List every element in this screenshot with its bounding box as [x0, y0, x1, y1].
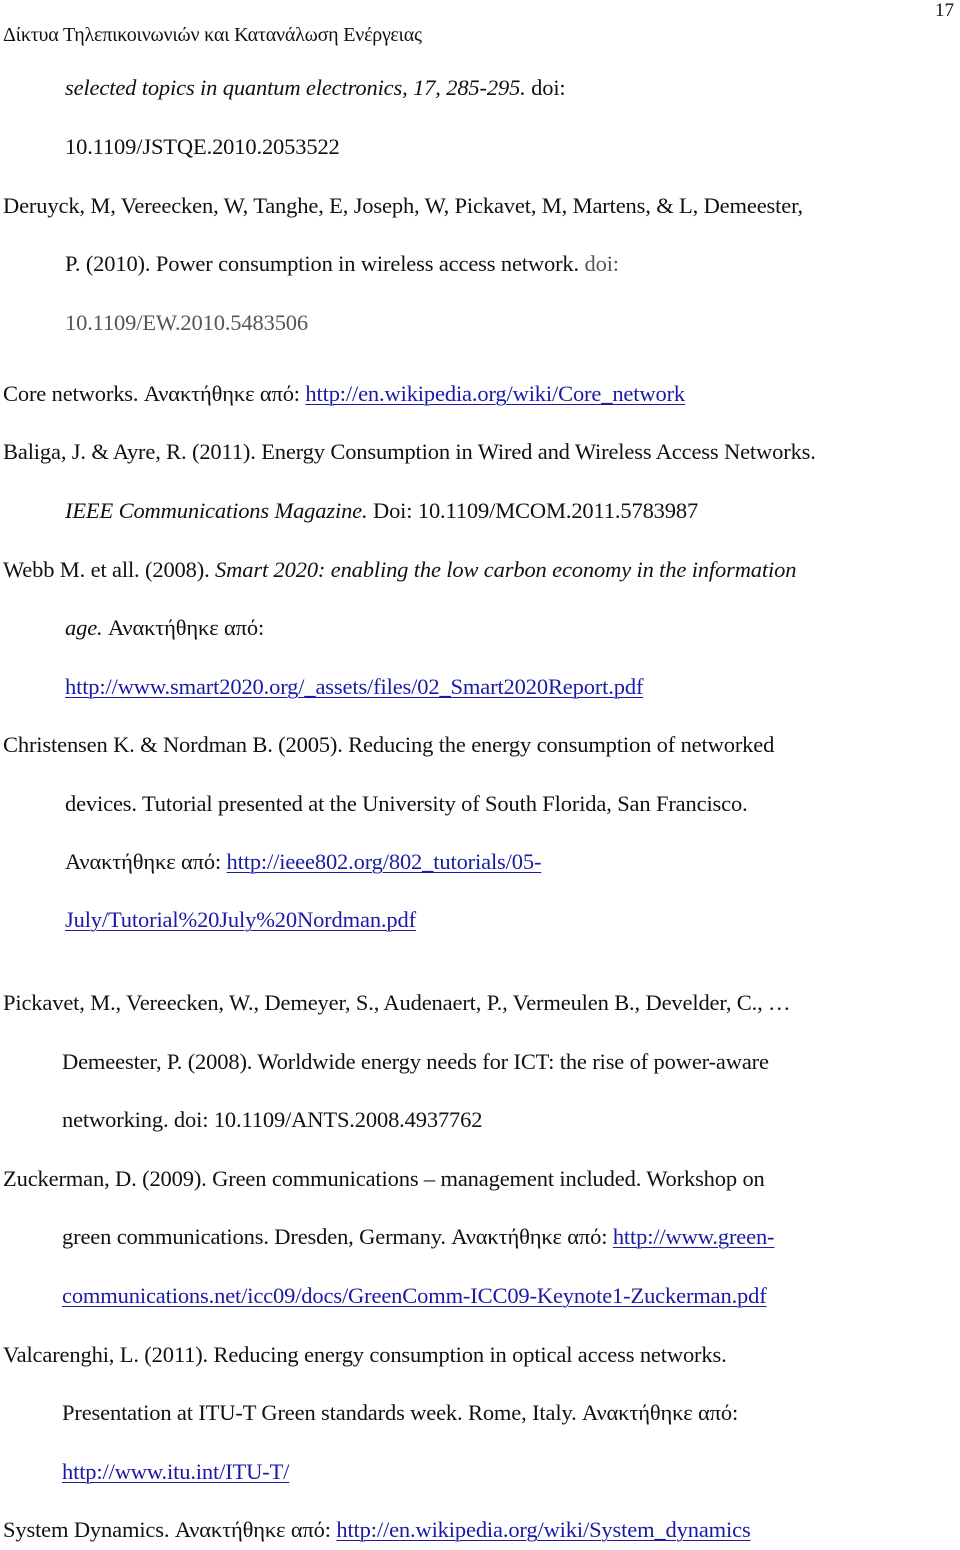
doi-value: 10.1109/JSTQE.2010.2053522 — [65, 134, 340, 159]
reference-webb-line-1: Webb M. et all. (2008). Smart 2020: enab… — [3, 556, 796, 584]
reference-christensen-line-3: Ανακτήθηκε από: http://ieee802.org/802_t… — [65, 848, 541, 876]
reference-authors: Webb M. et all. (2008). — [3, 557, 216, 582]
reference-link[interactable]: http://en.wikipedia.org/wiki/Core_networ… — [305, 381, 685, 406]
reference-authors: Pickavet, M., Vereecken, W., Demeyer, S.… — [3, 990, 791, 1015]
doi-label: doi: — [579, 251, 619, 276]
reference-zuckerman-line-3: communications.net/icc09/docs/GreenComm-… — [62, 1282, 767, 1310]
reference-webb-line-2: age. Ανακτήθηκε από: — [65, 614, 264, 642]
reference-title: Demeester, P. (2008). Worldwide energy n… — [62, 1049, 769, 1074]
reference-webb-line-3: http://www.smart2020.org/_assets/files/0… — [65, 673, 643, 701]
reference-link-continued[interactable]: July/Tutorial%20July%20Nordman.pdf — [65, 907, 416, 932]
reference-venue: Presentation at ITU-T Green standards we… — [62, 1400, 583, 1425]
reference-pickavet-line-2: Demeester, P. (2008). Worldwide energy n… — [62, 1048, 769, 1076]
running-header: Δίκτυα Τηλεπικοινωνιών και Κατανάλωση Εν… — [3, 24, 422, 46]
page-number: 17 — [935, 0, 954, 21]
reference-zuckerman-line-2: green communications. Dresden, Germany. … — [62, 1223, 775, 1251]
reference-title: P. (2010). Power consumption in wireless… — [65, 251, 580, 276]
reference-deruyck-line-1: Deruyck, M, Vereecken, W, Tanghe, E, Jos… — [3, 192, 803, 220]
reference-title: Baliga, J. & Ayre, R. (2011). Energy Con… — [3, 439, 816, 464]
reference-pickavet-line-1: Pickavet, M., Vereecken, W., Demeyer, S.… — [3, 989, 791, 1017]
reference-link[interactable]: http://www.itu.int/ITU-T/ — [62, 1459, 289, 1484]
reference-christensen-line-2: devices. Tutorial presented at the Unive… — [65, 790, 748, 818]
reference-title: age. — [65, 615, 103, 640]
reference-baliga-line-2: IEEE Communications Magazine. Doi: 10.11… — [65, 497, 698, 525]
retrieved-label: Ανακτήθηκε από: — [451, 1224, 608, 1249]
reference-continued-line-2: 10.1109/JSTQE.2010.2053522 — [65, 133, 340, 161]
reference-title: Christensen K. & Nordman B. (2005). Redu… — [3, 732, 775, 757]
doi-value: networking. doi: 10.1109/ANTS.2008.49377… — [62, 1107, 483, 1132]
reference-link[interactable]: http://ieee802.org/802_tutorials/05- — [227, 849, 542, 874]
reference-deruyck-line-2: P. (2010). Power consumption in wireless… — [65, 250, 619, 278]
reference-zuckerman-line-1: Zuckerman, D. (2009). Green communicatio… — [3, 1165, 765, 1193]
reference-title: System Dynamics. — [3, 1517, 175, 1542]
reference-valcarenghi-line-2: Presentation at ITU-T Green standards we… — [62, 1399, 738, 1427]
reference-valcarenghi-line-3: http://www.itu.int/ITU-T/ — [62, 1458, 289, 1486]
reference-christensen-line-4: July/Tutorial%20July%20Nordman.pdf — [65, 906, 416, 934]
retrieved-label: Ανακτήθηκε από: — [582, 1400, 739, 1425]
reference-system-dynamics: System Dynamics. Ανακτήθηκε από: http://… — [3, 1516, 751, 1544]
reference-title: Smart 2020: enabling the low carbon econ… — [215, 557, 797, 582]
reference-venue: green communications. Dresden, Germany. — [62, 1224, 452, 1249]
reference-venue: devices. Tutorial presented at the Unive… — [65, 791, 748, 816]
doi-value: 10.1109/EW.2010.5483506 — [65, 310, 309, 335]
reference-deruyck-line-3: 10.1109/EW.2010.5483506 — [65, 309, 308, 337]
reference-continued-line-1: selected topics in quantum electronics, … — [65, 74, 566, 102]
doi-label: doi: — [525, 75, 566, 100]
reference-link[interactable]: http://www.green- — [613, 1224, 775, 1249]
reference-link[interactable]: http://www.smart2020.org/_assets/files/0… — [65, 674, 643, 699]
reference-title: Zuckerman, D. (2009). Green communicatio… — [3, 1166, 765, 1191]
reference-title: Core networks. — [3, 381, 144, 406]
reference-christensen-line-1: Christensen K. & Nordman B. (2005). Redu… — [3, 731, 774, 759]
retrieved-label: Ανακτήθηκε από: — [174, 1517, 331, 1542]
reference-link-continued[interactable]: communications.net/icc09/docs/GreenComm-… — [62, 1283, 767, 1308]
reference-link[interactable]: http://en.wikipedia.org/wiki/System_dyna… — [336, 1517, 750, 1542]
journal-title: IEEE Communications Magazine. — [65, 498, 368, 523]
journal-title: selected topics in quantum electronics, … — [65, 75, 526, 100]
reference-title: Valcarenghi, L. (2011). Reducing energy … — [3, 1342, 727, 1367]
reference-authors: Deruyck, M, Vereecken, W, Tanghe, E, Jos… — [3, 193, 804, 218]
reference-baliga-line-1: Baliga, J. & Ayre, R. (2011). Energy Con… — [3, 438, 816, 466]
reference-pickavet-line-3: networking. doi: 10.1109/ANTS.2008.49377… — [62, 1106, 483, 1134]
doi-value: Doi: 10.1109/MCOM.2011.5783987 — [367, 498, 699, 523]
reference-valcarenghi-line-1: Valcarenghi, L. (2011). Reducing energy … — [3, 1341, 727, 1369]
retrieved-label: Ανακτήθηκε από: — [108, 615, 265, 640]
reference-core-networks: Core networks. Ανακτήθηκε από: http://en… — [3, 380, 685, 408]
retrieved-label: Ανακτήθηκε από: — [65, 849, 222, 874]
retrieved-label: Ανακτήθηκε από: — [143, 381, 300, 406]
